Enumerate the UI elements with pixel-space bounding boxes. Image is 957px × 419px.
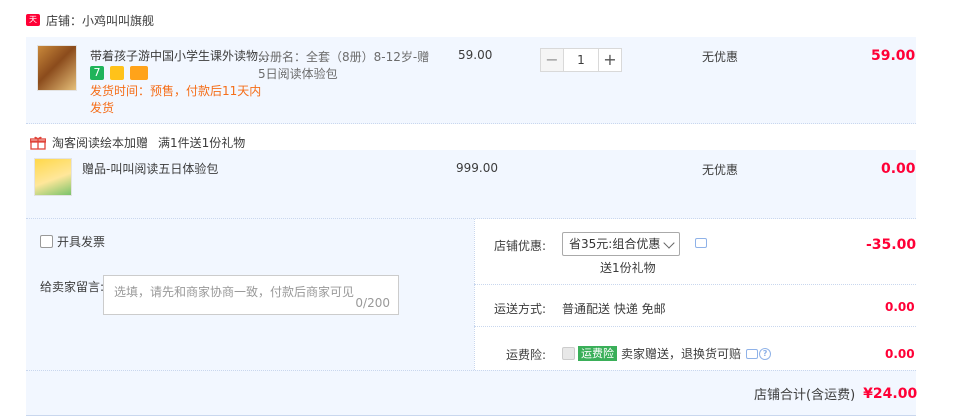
shop-discount-selected: 省35元:组合优惠 xyxy=(569,237,661,251)
divider xyxy=(474,326,916,327)
gift-subtotal: 0.00 xyxy=(881,161,916,177)
insurance-option: 运费险 卖家赠送，退换货可赔 ? xyxy=(562,345,772,362)
gift-thumbnail[interactable] xyxy=(34,158,72,196)
insurance-amount: 0.00 xyxy=(885,347,915,361)
shop-name-link[interactable]: 店铺：小鸡叫叫旗舰 xyxy=(46,12,154,29)
sku-info-line1: 分册名：全套（8册）8-12岁-赠 xyxy=(258,50,430,64)
item-discount: 无优惠 xyxy=(702,50,739,64)
qty-plus-button[interactable]: + xyxy=(598,48,622,72)
promo-line: 淘客阅读绘本加赠 满1件送1份礼物 xyxy=(30,134,245,151)
sku-info-line2: 5日阅读体验包 xyxy=(258,67,338,81)
unit-price: 59.00 xyxy=(458,48,493,62)
product-thumbnail[interactable] xyxy=(37,45,77,91)
tmall-badge-icon: 天猫 xyxy=(26,14,40,36)
invoice-label: 开具发票 xyxy=(57,235,106,249)
item-subtotal: 59.00 xyxy=(871,48,916,64)
chat-icon[interactable] xyxy=(695,238,707,248)
credit-card-icon[interactable] xyxy=(129,65,148,80)
shop-total: 店铺合计(含运费) ¥24.00 xyxy=(754,384,918,404)
invoice-checkbox[interactable] xyxy=(40,235,53,248)
seven-day-return-icon[interactable]: 7 xyxy=(90,65,104,80)
invoice-option[interactable]: 开具发票 xyxy=(40,233,105,250)
shipping-amount: 0.00 xyxy=(885,300,915,314)
gift-title[interactable]: 赠品-叫叫阅读五日体验包 xyxy=(82,161,218,177)
promo-title: 淘客阅读绘本加赠 xyxy=(52,136,149,150)
shipping-label: 运送方式: xyxy=(494,302,547,316)
shop-discount-select[interactable]: 省35元:组合优惠 xyxy=(562,232,680,256)
gift-price: 999.00 xyxy=(456,161,498,175)
insurance-badge: 运费险 xyxy=(578,346,617,361)
consumer-protection-icon[interactable] xyxy=(109,65,124,80)
gift-discount: 无优惠 xyxy=(702,163,739,177)
gift-icon xyxy=(30,136,46,150)
chat-icon[interactable] xyxy=(746,348,759,359)
product-service-badges: 7 xyxy=(90,65,150,80)
shop-discount-amount: -35.00 xyxy=(866,237,917,253)
ship-time-line2: 发货 xyxy=(90,101,115,115)
shop-total-value: ¥24.00 xyxy=(863,385,918,402)
divider xyxy=(474,284,916,285)
message-label: 给卖家留言: xyxy=(40,280,105,294)
message-placeholder: 选填，请先和商家协商一致，付款后商家可见 xyxy=(114,285,355,299)
insurance-text: 卖家赠送，退换货可赔 xyxy=(621,347,742,361)
shipping-method: 普通配送 快递 免邮 xyxy=(562,302,666,316)
ship-time-line1: 发货时间：预售，付款后11天内 xyxy=(90,84,262,98)
insurance-label: 运费险: xyxy=(506,348,547,362)
shop-header: 天猫 店铺：小鸡叫叫旗舰 xyxy=(26,10,154,36)
shop-discount-label: 店铺优惠: xyxy=(494,239,547,253)
promo-rule: 满1件送1份礼物 xyxy=(158,136,246,150)
qty-input[interactable]: 1 xyxy=(564,48,598,72)
qty-minus-button[interactable]: − xyxy=(540,48,564,72)
shop-discount-note: 送1份礼物 xyxy=(600,261,656,275)
shop-total-label: 店铺合计(含运费) xyxy=(754,388,856,403)
quantity-stepper: − 1 + xyxy=(540,48,622,72)
seller-message-input[interactable]: 选填，请先和商家协商一致，付款后商家可见 0/200 xyxy=(103,275,399,315)
help-icon[interactable]: ? xyxy=(759,347,772,360)
insurance-checkbox[interactable] xyxy=(562,347,575,360)
message-char-counter: 0/200 xyxy=(355,296,390,310)
product-title[interactable]: 带着孩子游中国小学生课外读物... xyxy=(90,48,269,64)
chevron-down-icon xyxy=(663,237,675,249)
